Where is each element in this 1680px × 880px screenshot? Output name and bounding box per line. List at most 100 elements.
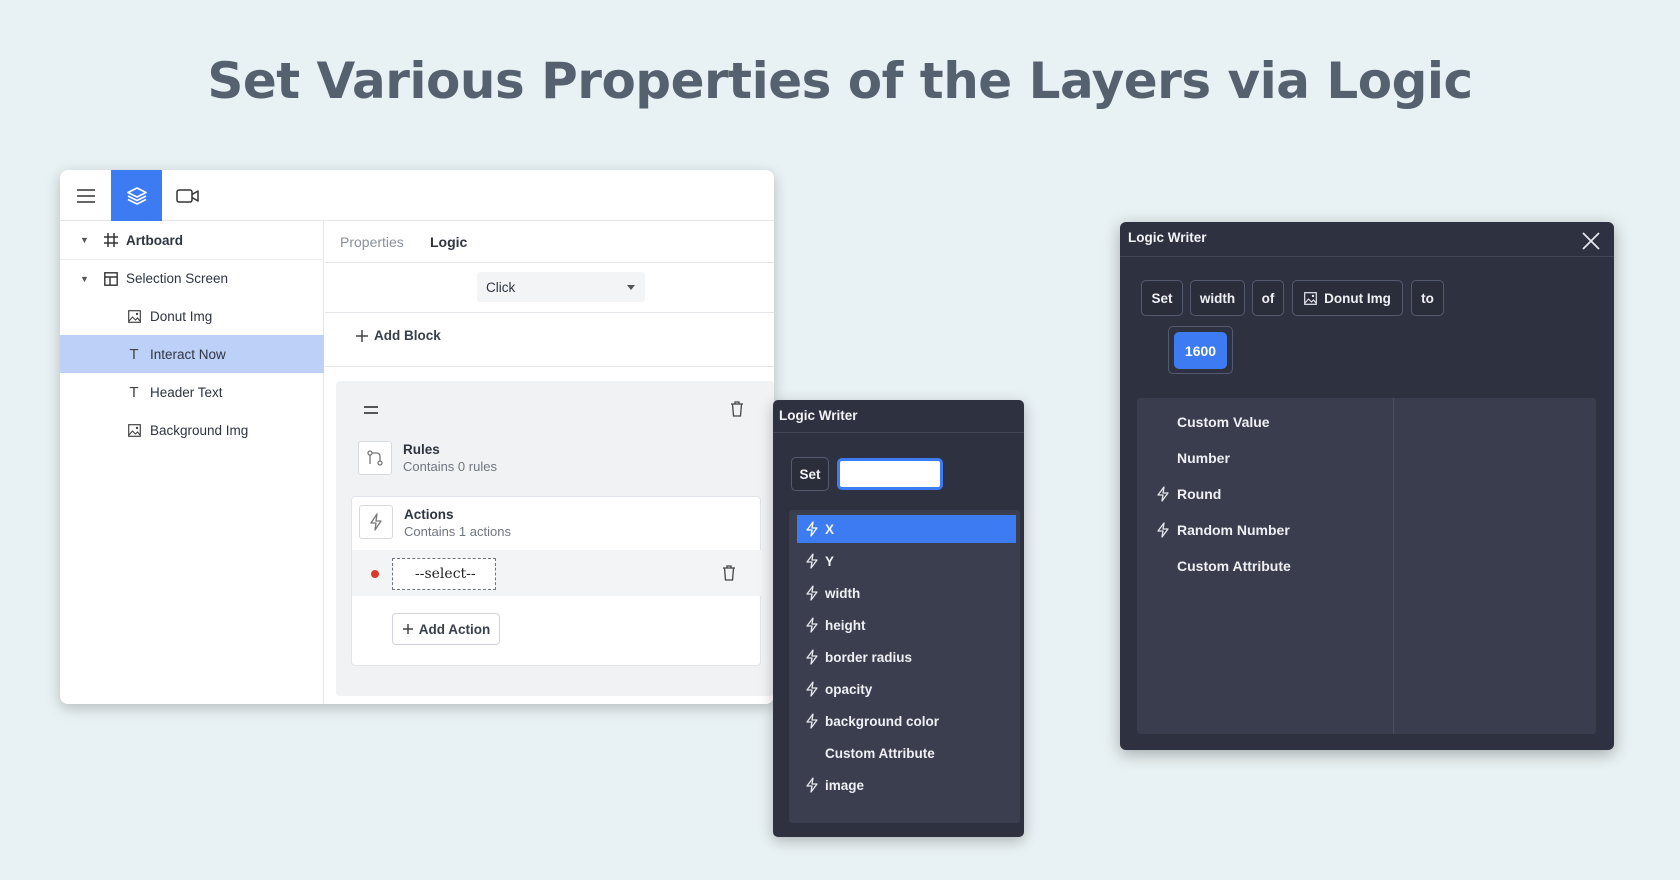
- bolt-icon: [806, 585, 818, 601]
- logic-writer-popup: Logic Writer Set X Y width height border…: [773, 400, 1024, 837]
- layer-label: Selection Screen: [126, 271, 229, 286]
- expand-caret-icon[interactable]: ▼: [80, 274, 89, 284]
- bolt-icon: [1157, 522, 1169, 538]
- property-options-list: X Y width height border radius opacity b…: [789, 510, 1020, 823]
- plus-icon: [402, 624, 413, 634]
- tab-properties[interactable]: Properties: [340, 234, 404, 250]
- layer-row-artboard[interactable]: ▼ Artboard: [60, 221, 324, 259]
- actions-section: Actions Contains 1 actions --select-- Ad…: [351, 496, 762, 666]
- logic-writer-title: Logic Writer: [779, 408, 858, 423]
- value-token[interactable]: 1600: [1174, 332, 1227, 369]
- property-token[interactable]: width: [1190, 280, 1245, 316]
- bolt-icon: [806, 777, 818, 793]
- divider: [773, 432, 1024, 433]
- menu-button[interactable]: [60, 170, 111, 221]
- image-icon: [126, 422, 142, 438]
- bolt-icon: [806, 521, 818, 537]
- image-icon: [126, 308, 142, 324]
- divider: [325, 312, 774, 313]
- set-token[interactable]: Set: [791, 457, 829, 491]
- option-image[interactable]: image: [797, 771, 1016, 799]
- option-random-number[interactable]: Random Number: [1137, 516, 1393, 544]
- editor-toolbar: [60, 170, 774, 221]
- bolt-icon: [806, 649, 818, 665]
- bolt-icon: [806, 681, 818, 697]
- layers-button[interactable]: [111, 170, 162, 221]
- chevron-down-icon: [627, 285, 635, 290]
- layer-row-selection-screen[interactable]: ▼ Selection Screen: [60, 259, 324, 297]
- option-round[interactable]: Round: [1137, 480, 1393, 508]
- bolt-icon: [806, 713, 818, 729]
- option-border-radius[interactable]: border radius: [797, 643, 1016, 671]
- column-divider: [1393, 398, 1394, 734]
- actions-bolt-icon: [359, 505, 393, 539]
- layer-row-background-img[interactable]: Background Img: [60, 411, 324, 449]
- layers-panel: ▼ Artboard ▼ Selection Screen Donut Img …: [60, 221, 324, 704]
- text-icon: T: [129, 383, 139, 401]
- layer-label: Background Img: [150, 422, 249, 438]
- layer-label: Header Text: [150, 384, 223, 400]
- hamburger-icon: [76, 188, 95, 203]
- artboard-icon: [103, 232, 119, 248]
- option-opacity[interactable]: opacity: [797, 675, 1016, 703]
- bolt-icon: [1157, 486, 1169, 502]
- action-select[interactable]: --select--: [392, 558, 496, 590]
- add-action-button[interactable]: Add Action: [392, 613, 500, 645]
- add-block-button[interactable]: Add Block: [355, 328, 441, 343]
- option-custom-attribute[interactable]: Custom Attribute: [797, 739, 1016, 767]
- to-token[interactable]: to: [1411, 280, 1444, 316]
- value-options-list: Custom Value Number Round Random Number …: [1137, 398, 1596, 734]
- bolt-icon: [806, 553, 818, 569]
- actions-title: Actions: [404, 507, 454, 522]
- option-background-color[interactable]: background color: [797, 707, 1016, 735]
- logic-writer-dialog: Logic Writer Set width of Donut Img to 1…: [1120, 222, 1614, 750]
- layer-label: Artboard: [126, 232, 183, 248]
- logic-block: Rules Contains 0 rules Actions Contains …: [336, 381, 774, 696]
- page-headline: Set Various Properties of the Layers via…: [207, 52, 1473, 110]
- option-height[interactable]: height: [797, 611, 1016, 639]
- option-custom-attribute[interactable]: Custom Attribute: [1137, 552, 1393, 580]
- action-row: --select--: [352, 550, 762, 596]
- editor-panel: ▼ Artboard ▼ Selection Screen Donut Img …: [60, 170, 774, 704]
- inspector-pane: Properties Logic Click Add Block Rules C…: [325, 221, 774, 704]
- trash-icon[interactable]: [722, 565, 736, 581]
- rules-icon: [358, 441, 392, 475]
- tab-logic[interactable]: Logic: [430, 234, 467, 250]
- of-token[interactable]: of: [1252, 280, 1284, 316]
- drag-handle-icon[interactable]: [364, 406, 378, 414]
- option-width[interactable]: width: [797, 579, 1016, 607]
- video-camera-icon: [175, 188, 199, 203]
- trigger-dropdown[interactable]: Click: [477, 272, 645, 302]
- option-y[interactable]: Y: [797, 547, 1016, 575]
- option-number[interactable]: Number: [1137, 444, 1393, 472]
- divider: [1120, 256, 1614, 257]
- layer-label: Donut Img: [150, 308, 213, 324]
- trash-icon[interactable]: [730, 401, 744, 417]
- plus-icon: [356, 329, 368, 342]
- logic-writer-title: Logic Writer: [1128, 230, 1207, 245]
- bolt-icon: [806, 617, 818, 633]
- layer-token[interactable]: Donut Img: [1292, 280, 1403, 316]
- trigger-dropdown-value: Click: [486, 280, 516, 295]
- error-dot-icon: [371, 570, 379, 578]
- option-custom-value[interactable]: Custom Value: [1137, 408, 1393, 436]
- actions-subtitle: Contains 1 actions: [404, 524, 511, 539]
- option-x[interactable]: X: [797, 515, 1016, 543]
- property-input[interactable]: [837, 458, 943, 490]
- layer-row-interact-now[interactable]: T Interact Now: [60, 335, 324, 373]
- rules-subtitle: Contains 0 rules: [403, 459, 497, 474]
- set-token[interactable]: Set: [1141, 280, 1183, 316]
- video-button[interactable]: [162, 170, 213, 221]
- layer-row-header-text[interactable]: T Header Text: [60, 373, 324, 411]
- inspector-tabs: Properties Logic: [325, 221, 774, 263]
- layout-icon: [103, 271, 119, 287]
- close-icon[interactable]: [1580, 230, 1602, 252]
- expand-caret-icon[interactable]: ▼: [80, 235, 89, 245]
- layer-label: Interact Now: [150, 346, 226, 362]
- value-token-wrapper: 1600: [1168, 326, 1233, 374]
- divider: [325, 366, 774, 367]
- layer-row-donut-img[interactable]: Donut Img: [60, 297, 324, 335]
- layers-icon: [126, 186, 147, 205]
- rules-title: Rules: [403, 442, 440, 457]
- text-icon: T: [129, 345, 139, 363]
